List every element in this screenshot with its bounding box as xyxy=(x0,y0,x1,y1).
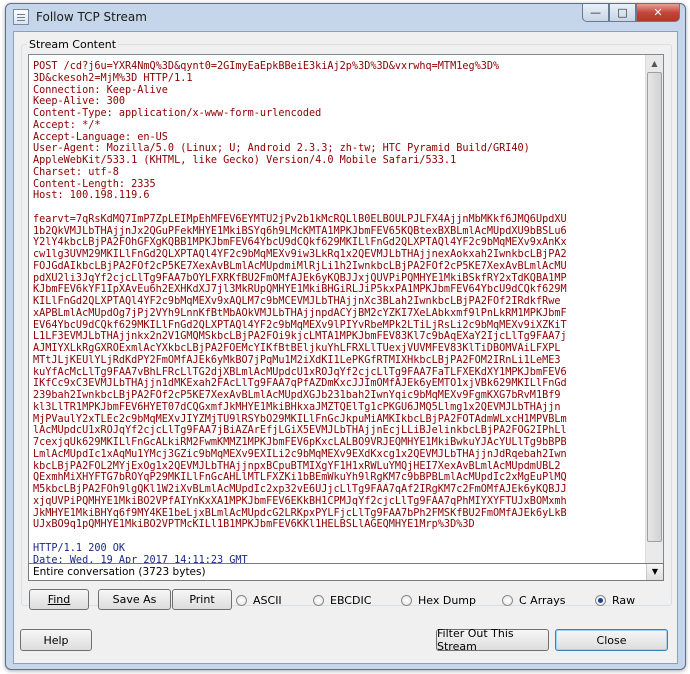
request-line: FOJGdAIkbcLBjPA2FOf2cP5KE7XexAvBLmlAcMUp… xyxy=(33,260,567,272)
request-line: IKfCc9xC3EVMJLbTHAjjn1dMKExah2FAcLlTg9FA… xyxy=(33,378,567,390)
radio-circle-selected xyxy=(595,594,606,606)
stream-content-textarea[interactable]: POST /cd?j6u=YXR4NmQ%3D&qynt0=2GImyEaEpk… xyxy=(28,54,664,580)
request-line: AppleWebKit/533.1 (KHTML, like Gecko) Ve… xyxy=(33,155,457,166)
request-line: lAcMUpdcU1xROJqYf2cjcLlTg9FAA7jBiAZArEfj… xyxy=(33,425,567,437)
request-line: User-Agent: Mozilla/5.0 (Linux; U; Andro… xyxy=(33,143,530,155)
request-line: L1LF3EVMJLbTHAjjnkx2n2V1GMQMSkbcLBjPA2FO… xyxy=(33,331,567,343)
follow-tcp-stream-window: Follow TCP Stream — □ ✕ Stream Content P… xyxy=(5,3,686,670)
scroll-thumb[interactable] xyxy=(647,72,662,542)
find-button[interactable]: Find xyxy=(29,589,89,610)
request-line: MTtJLjKEUlYLjRdKdPY2FmOMfAJEk6yMkBO7jPqM… xyxy=(33,354,561,366)
app-icon xyxy=(13,9,29,25)
request-line: Content-Type: application/x-www-form-url… xyxy=(33,108,322,119)
radio-circle xyxy=(236,594,247,606)
close-icon[interactable]: ✕ xyxy=(636,4,680,22)
radio-circle xyxy=(313,594,324,606)
maximize-icon[interactable]: □ xyxy=(609,4,636,22)
request-line: 239bah2IwnkbcLBjPA2FOf2cP5KE7XexAvBLmlAc… xyxy=(33,390,561,401)
request-line: xjqUVPiPQMHYE1MkiBO2VPfAIYnKxXA1MPKJbmFE… xyxy=(33,495,567,507)
request-line: EV64YbcU9dCQkf629MKILlFnGd2QLXPTAQl4YF2c… xyxy=(33,319,567,331)
conversation-select-value: Entire conversation (3723 bytes) xyxy=(33,566,206,578)
request-line: LmlAcMUpdIc1xAqMu1YMcj3GZic9bMqMEXv9EXIL… xyxy=(33,448,567,460)
request-line: MjPVaulY2xTLEc2c9bMqMEXvJIYZMjTU9lRSYbO2… xyxy=(33,413,567,425)
request-line: cw1lg3UVM29MKILlFnGd2QLXPTAQl4YF2c9bMqME… xyxy=(33,249,567,260)
stream-content-label: Stream Content xyxy=(27,38,119,51)
radio-raw[interactable]: Raw xyxy=(595,592,635,608)
scroll-up-icon[interactable]: ▲ xyxy=(646,55,663,72)
request-line: Y2lY4kbcLBjPA2FOhGFXgKQBB1MPKJbmFEV64Ybc… xyxy=(33,237,567,249)
request-line: QExmhMiXHYFTG7bROYqP29MKILlFnGcAHLlMTLFX… xyxy=(33,472,567,484)
request-line: pdXU2li3JqYf2cjcLlTg9FAA7bOYLFXRKfBU2FmO… xyxy=(33,272,567,284)
request-line: kuYfAcMcLlTg9FAA7vBhLFRcLlTG2djXBLmlAcMU… xyxy=(33,366,567,378)
request-line: 7cexjqUk629MKILlFnGcALkiRM2FwmKMMZ1MPKJb… xyxy=(33,437,567,448)
request-line: UJxBO9q1pQMHYE1MkiBO2VPTMcKILl1B1MPKJbmF… xyxy=(33,519,475,531)
request-line: Keep-Alive: 300 xyxy=(33,96,126,108)
title-bar[interactable]: Follow TCP Stream — □ ✕ xyxy=(6,4,685,30)
close-button[interactable]: Close xyxy=(555,629,668,651)
request-line: KILlFnGd2QLXPTAQl4YF2c9bMqMEXv9xAQLM7c9b… xyxy=(33,296,561,307)
request-line: Charset: utf-8 xyxy=(33,166,119,178)
request-line: Host: 100.198.119.6 xyxy=(33,190,150,202)
radio-hex-dump[interactable]: Hex Dump xyxy=(401,592,476,608)
radio-c-arrays[interactable]: C Arrays xyxy=(502,592,566,608)
request-line: Accept: */* xyxy=(33,119,101,131)
vertical-scrollbar[interactable]: ▲ ▼ xyxy=(645,55,663,579)
request-line: 1b2QkVMJLbTHAjjnJx2QGuPFekMHYE1MkiBSYq6h… xyxy=(33,225,567,237)
radio-ebcdic[interactable]: EBCDIC xyxy=(313,592,371,608)
response-line: HTTP/1.1 200 OK xyxy=(33,542,126,554)
print-button[interactable]: Print xyxy=(172,589,232,610)
request-line: Content-Length: 2335 xyxy=(33,178,156,190)
request-line: JkMHYE1MkiBHYq6f9MY4KE1beLjxBLmlAcMUpdcG… xyxy=(33,507,567,519)
request-line: AJMIYXLkRgGXROExmlAcYXkbcLBjPA2FOEMcYIKf… xyxy=(33,343,561,354)
filter-out-stream-button[interactable]: Filter Out This Stream xyxy=(436,627,549,653)
radio-circle xyxy=(401,594,412,606)
caption-buttons: — □ ✕ xyxy=(582,4,680,24)
request-line: M5kbcLBjPA2FOh9lgQKl1W2iXvBLmlAcMUpdIc2x… xyxy=(33,484,567,495)
request-line: xAPBLmlAcMUpdOg7jPj2VYh9LnnKfBtMbAOkVMJL… xyxy=(33,307,567,319)
request-line: 3D&ckesoh2=MjM%3D HTTP/1.1 xyxy=(33,72,193,84)
help-button[interactable]: Help xyxy=(20,629,92,651)
radio-circle xyxy=(502,594,513,606)
minimize-icon[interactable]: — xyxy=(582,4,609,22)
save-as-button[interactable]: Save As xyxy=(98,589,171,610)
request-line: Connection: Keep-Alive xyxy=(33,84,168,96)
radio-ascii[interactable]: ASCII xyxy=(236,592,282,608)
request-line: POST /cd?j6u=YXR4NmQ%3D&qynt0=2GImyEaEpk… xyxy=(33,61,500,72)
chevron-down-icon[interactable]: ▼ xyxy=(646,564,663,580)
conversation-select[interactable]: Entire conversation (3723 bytes) ▼ xyxy=(28,563,664,581)
window-title: Follow TCP Stream xyxy=(36,10,147,24)
dialog-body: Stream Content POST /cd?j6u=YXR4NmQ%3D&q… xyxy=(13,31,678,664)
request-line: KJbmFEV6kYF1IpXAvEu6h2EXHKdXJ7jl3MkRUpQM… xyxy=(33,284,567,296)
stream-text[interactable]: POST /cd?j6u=YXR4NmQ%3D&qynt0=2GImyEaEpk… xyxy=(29,55,646,579)
request-line: kbcLBjPA2FOL2MYjExOg1x2QEVMJLbTHAjjnpxBC… xyxy=(33,460,561,472)
request-line: fearvt=7qRsKdMQ7ImP7ZpLEIMpEhMFEV6EYMTU2… xyxy=(33,213,567,225)
request-line: kl3LlTR1MPKJbmFEV6HYET07dCQGxmfJkMHYE1Mk… xyxy=(33,401,561,413)
request-line: Accept-Language: en-US xyxy=(33,131,168,143)
